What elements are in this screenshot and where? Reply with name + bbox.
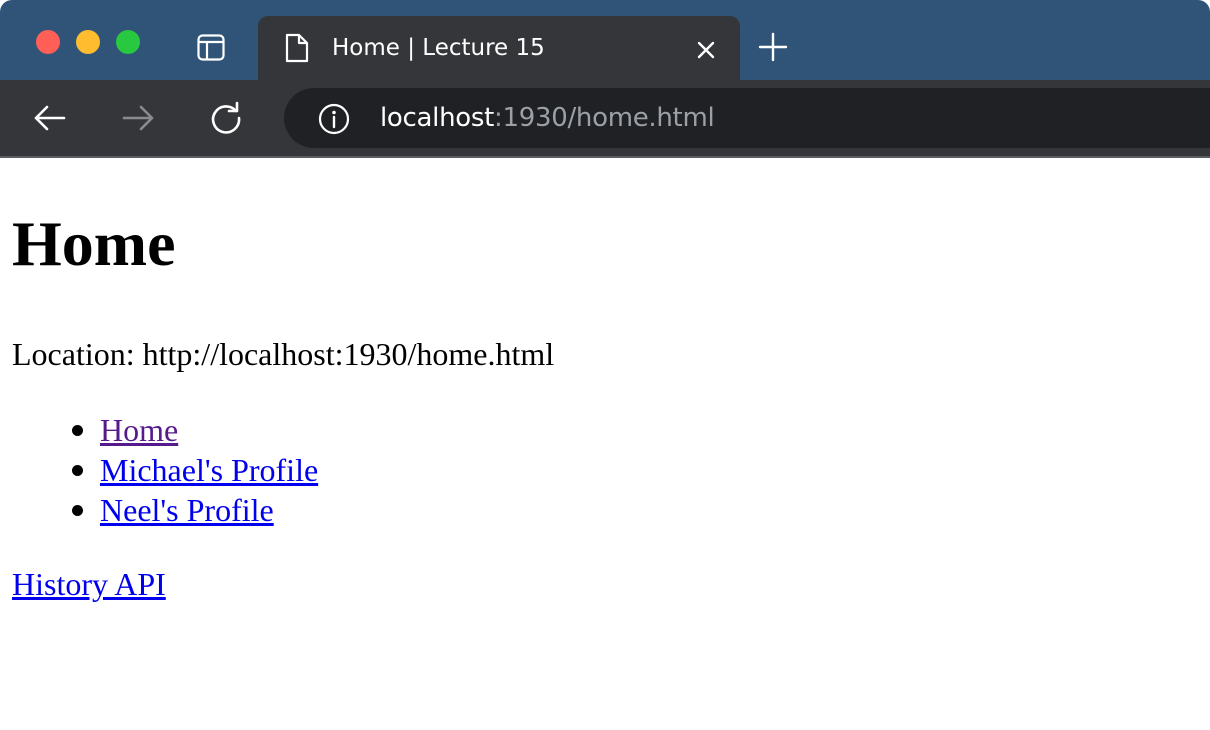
list-item: Home — [0, 410, 318, 450]
browser-toolbar: localhost:1930/home.html — [0, 80, 1210, 158]
tab-title: Home | Lecture 15 — [332, 35, 545, 61]
history-api-link[interactable]: History API — [12, 564, 166, 604]
sidebar-icon[interactable] — [196, 32, 226, 62]
reload-icon[interactable] — [208, 100, 244, 136]
page-title: Home — [12, 208, 176, 279]
list-item: Neel's Profile — [0, 490, 318, 530]
url-path: :1930/home.html — [494, 103, 715, 133]
neels-profile-link[interactable]: Neel's Profile — [100, 492, 274, 528]
address-bar[interactable]: localhost:1930/home.html — [284, 88, 1210, 148]
url-host: localhost — [380, 103, 495, 133]
close-tab-icon[interactable] — [694, 38, 718, 62]
maximize-window-button[interactable] — [116, 30, 140, 54]
minimize-window-button[interactable] — [76, 30, 100, 54]
bullet-icon — [72, 505, 83, 516]
document-icon — [285, 33, 309, 63]
location-text: Location: http://localhost:1930/home.htm… — [12, 336, 555, 372]
bullet-icon — [72, 425, 83, 436]
active-tab[interactable]: Home | Lecture 15 — [258, 16, 740, 80]
list-item: Michael's Profile — [0, 450, 318, 490]
tab-bar: Home | Lecture 15 — [0, 0, 1210, 80]
michaels-profile-link[interactable]: Michael's Profile — [100, 452, 318, 488]
close-window-button[interactable] — [36, 30, 60, 54]
new-tab-icon[interactable] — [758, 32, 788, 62]
url-text[interactable]: localhost:1930/home.html — [380, 100, 715, 136]
page-content: Home Location: http://localhost:1930/hom… — [0, 158, 1210, 730]
forward-arrow-icon[interactable] — [120, 100, 156, 136]
bullet-icon — [72, 465, 83, 476]
home-link[interactable]: Home — [100, 412, 178, 448]
nav-list: Home Michael's Profile Neel's Profile — [0, 410, 318, 530]
info-icon[interactable] — [318, 103, 350, 135]
back-arrow-icon[interactable] — [32, 100, 68, 136]
